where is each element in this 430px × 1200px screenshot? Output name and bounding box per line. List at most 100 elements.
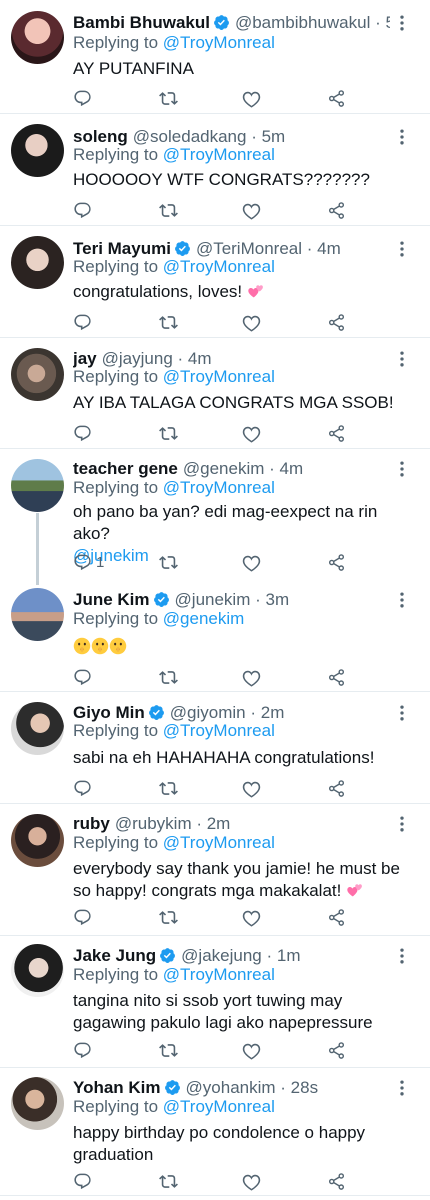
- more-icon[interactable]: [392, 13, 412, 33]
- reply-count: 1: [96, 553, 105, 571]
- reply-button[interactable]: [73, 777, 92, 799]
- avatar[interactable]: [11, 11, 64, 64]
- like-button[interactable]: [242, 422, 261, 444]
- replying-mention[interactable]: @TroyMonreal: [163, 1097, 275, 1116]
- share-button[interactable]: [327, 199, 346, 221]
- retweet-button[interactable]: [159, 551, 178, 573]
- like-button[interactable]: [242, 906, 261, 928]
- timestamp[interactable]: · 2m: [196, 814, 230, 833]
- like-button[interactable]: [242, 87, 261, 109]
- share-button[interactable]: [327, 87, 346, 109]
- more-icon[interactable]: [392, 590, 412, 610]
- retweet-button[interactable]: [159, 666, 178, 688]
- share-button[interactable]: [327, 777, 346, 799]
- share-button[interactable]: [327, 1039, 346, 1061]
- share-button[interactable]: [327, 906, 346, 928]
- more-icon[interactable]: [392, 127, 412, 147]
- retweet-button[interactable]: [159, 906, 178, 928]
- replying-mention[interactable]: @TroyMonreal: [163, 833, 275, 852]
- verified-badge-icon: [153, 591, 170, 608]
- retweet-button[interactable]: [159, 777, 178, 799]
- avatar[interactable]: [11, 814, 64, 867]
- retweet-button[interactable]: [159, 1170, 178, 1192]
- avatar[interactable]: [11, 588, 64, 641]
- replying-mention[interactable]: @TroyMonreal: [163, 145, 275, 164]
- replying-mention[interactable]: @genekim: [163, 609, 245, 628]
- replying-mention[interactable]: @TroyMonreal: [163, 367, 275, 386]
- tweet-card[interactable]: jay @jayjung · 4m Replying to @TroyMonrea…: [0, 338, 430, 449]
- like-button[interactable]: [242, 1170, 261, 1192]
- reply-button[interactable]: [73, 666, 92, 688]
- like-button[interactable]: [242, 199, 261, 221]
- like-button[interactable]: [242, 551, 261, 573]
- share-icon: [327, 313, 346, 332]
- retweet-button[interactable]: [159, 1039, 178, 1061]
- more-icon[interactable]: [392, 349, 412, 369]
- display-name[interactable]: Yohan Kim: [73, 1078, 161, 1097]
- retweet-button[interactable]: [159, 311, 178, 333]
- avatar[interactable]: [11, 944, 64, 997]
- timestamp[interactable]: · 1m: [266, 946, 300, 965]
- avatar[interactable]: [11, 702, 64, 755]
- share-button[interactable]: [327, 311, 346, 333]
- timestamp[interactable]: · 28s: [280, 1078, 318, 1097]
- replying-mention[interactable]: @TroyMonreal: [163, 257, 275, 276]
- avatar[interactable]: [11, 1077, 64, 1130]
- retweet-button[interactable]: [159, 199, 178, 221]
- more-icon[interactable]: [392, 946, 412, 966]
- reply-button[interactable]: [73, 87, 92, 109]
- tweet-card[interactable]: Giyo Min @giyomin · 2m Replying to @TroyM…: [0, 692, 430, 804]
- tweet-card[interactable]: Teri Mayumi @TeriMonreal · 4m Replying to…: [0, 226, 430, 338]
- timestamp[interactable]: · 5m: [375, 13, 390, 32]
- more-icon[interactable]: [392, 239, 412, 259]
- tweet-card[interactable]: soleng @soledadkang · 5m Replying to @Tro…: [0, 114, 430, 226]
- avatar[interactable]: [11, 124, 64, 177]
- reply-button[interactable]: [73, 422, 92, 444]
- display-name[interactable]: Jake Jung: [73, 946, 156, 965]
- replying-mention[interactable]: @TroyMonreal: [163, 721, 275, 740]
- verified-badge-icon: [213, 14, 230, 31]
- reply-button[interactable]: [73, 1170, 92, 1192]
- tweet-card[interactable]: June Kim @junekim · 3m Replying to @genek…: [0, 582, 430, 692]
- retweet-button[interactable]: [159, 87, 178, 109]
- replying-to: Replying to @genekim: [73, 608, 244, 630]
- replying-mention[interactable]: @TroyMonreal: [163, 965, 275, 984]
- share-button[interactable]: [327, 666, 346, 688]
- reply-button[interactable]: [73, 906, 92, 928]
- tweet-card[interactable]: Bambi Bhuwakul @bambibhuwakul · 5m Replyi…: [0, 0, 430, 114]
- more-icon[interactable]: [392, 703, 412, 723]
- timestamp[interactable]: · 4m: [269, 459, 303, 478]
- like-button[interactable]: [242, 777, 261, 799]
- tweet-card[interactable]: Yohan Kim @yohankim · 28s Replying to @Tr…: [0, 1068, 430, 1196]
- tweet-card[interactable]: teacher gene @genekim · 4m Replying to @T…: [0, 449, 430, 585]
- display-name[interactable]: Bambi Bhuwakul: [73, 13, 210, 32]
- share-button[interactable]: [327, 1170, 346, 1192]
- display-name[interactable]: ruby: [73, 814, 110, 833]
- timestamp[interactable]: · 4m: [307, 239, 341, 258]
- retweet-button[interactable]: [159, 422, 178, 444]
- reply-button[interactable]: 1: [73, 551, 104, 573]
- replying-mention[interactable]: @TroyMonreal: [163, 478, 275, 497]
- display-name[interactable]: June Kim: [73, 590, 150, 609]
- avatar[interactable]: [11, 236, 64, 289]
- avatar[interactable]: [11, 459, 64, 512]
- retweet-icon: [159, 553, 178, 572]
- share-button[interactable]: [327, 422, 346, 444]
- more-icon[interactable]: [392, 1078, 412, 1098]
- avatar[interactable]: [11, 348, 64, 401]
- tweet-card[interactable]: ruby @rubykim · 2m Replying to @TroyMonre…: [0, 804, 430, 936]
- reply-button[interactable]: [73, 311, 92, 333]
- display-name[interactable]: teacher gene: [73, 459, 178, 478]
- reply-button[interactable]: [73, 199, 92, 221]
- more-icon[interactable]: [392, 814, 412, 834]
- like-button[interactable]: [242, 311, 261, 333]
- share-button[interactable]: [327, 551, 346, 573]
- reply-button[interactable]: [73, 1039, 92, 1061]
- timestamp[interactable]: · 3m: [255, 590, 289, 609]
- more-icon[interactable]: [392, 459, 412, 479]
- like-button[interactable]: [242, 666, 261, 688]
- replying-mention[interactable]: @TroyMonreal: [163, 33, 275, 52]
- tweet-card[interactable]: Jake Jung @jakejung · 1m Replying to @Tro…: [0, 936, 430, 1068]
- retweet-icon: [159, 668, 178, 687]
- like-button[interactable]: [242, 1039, 261, 1061]
